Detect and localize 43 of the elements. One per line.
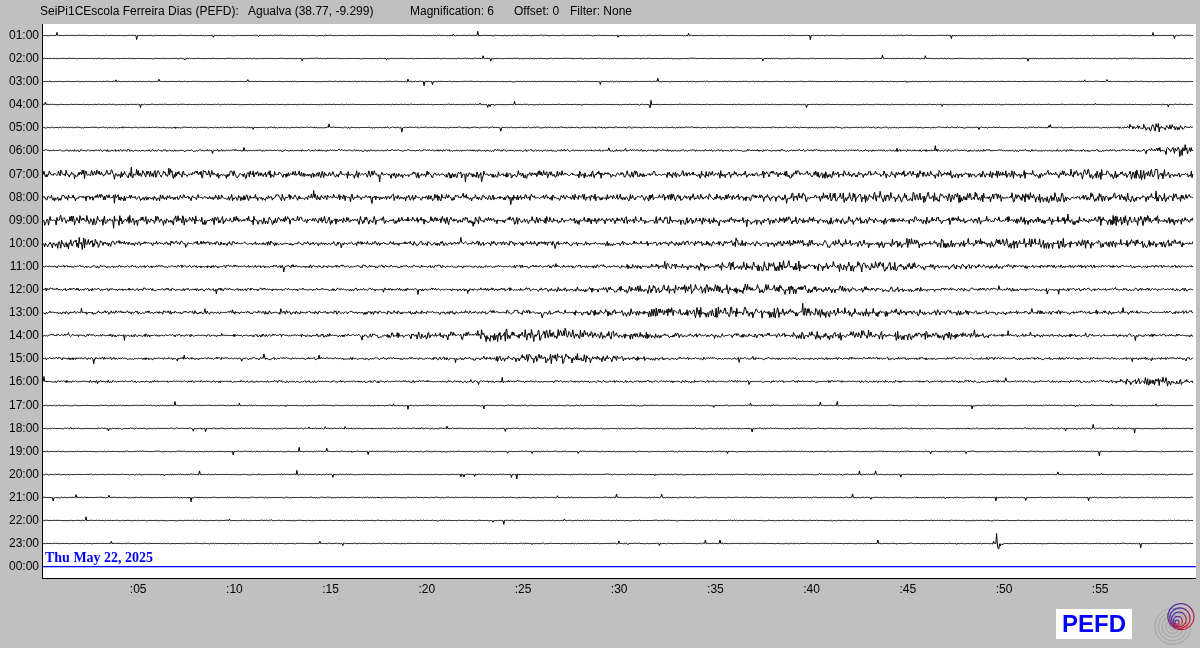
hour-label: 22:00 [7, 511, 40, 529]
hour-label: 11:00 [8, 257, 40, 275]
rings-logo-icon [1154, 601, 1198, 646]
time-tick: :35 [707, 582, 724, 596]
location-text: Agualva (38.77, -9.299) [248, 4, 375, 18]
offset-text: Offset: 0 [514, 4, 561, 18]
time-tick: :10 [226, 582, 243, 596]
hour-label: 12:00 [7, 281, 40, 299]
time-tick: :25 [514, 582, 532, 596]
hour-label: 06:00 [7, 142, 40, 160]
time-tick: :50 [995, 582, 1013, 596]
hour-label: 21:00 [7, 488, 40, 506]
hour-label: 16:00 [7, 373, 40, 391]
hour-label: 03:00 [7, 73, 40, 91]
time-tick: :55 [1091, 582, 1109, 596]
hour-label: 05:00 [7, 119, 40, 137]
time-tick: :05 [129, 582, 147, 596]
hour-label: 13:00 [7, 304, 40, 322]
hour-label: 04:00 [7, 96, 40, 114]
station-code: PEFD [1056, 608, 1132, 639]
hour-label: 07:00 [7, 165, 40, 183]
hour-label: 10:00 [7, 234, 40, 252]
hour-label: 18:00 [7, 419, 40, 437]
hour-label: 08:00 [7, 188, 40, 206]
hour-label: 09:00 [7, 211, 40, 229]
hour-label: 19:00 [7, 442, 40, 460]
hour-label: 00:00 [7, 558, 40, 576]
station-name: SeiPi1CEscola Ferreira Dias (PEFD): [40, 4, 240, 18]
hour-label: 01:00 [7, 27, 40, 44]
date-text: Thu May 22, 2025 [45, 550, 154, 566]
time-tick: :45 [899, 582, 917, 596]
time-tick: :30 [610, 582, 628, 596]
time-tick: :20 [418, 582, 436, 596]
hour-label: 14:00 [7, 327, 40, 345]
filter-text: Filter: None [570, 4, 634, 18]
hour-label: 17:00 [7, 396, 40, 414]
magnification-text: Magnification: 6 [410, 4, 496, 18]
time-tick: :40 [803, 582, 820, 596]
time-tick: :15 [322, 582, 339, 596]
hour-label: 20:00 [7, 465, 40, 483]
hour-label: 23:00 [7, 535, 40, 553]
hour-label: 15:00 [7, 350, 40, 368]
hour-label: 02:00 [7, 50, 40, 68]
